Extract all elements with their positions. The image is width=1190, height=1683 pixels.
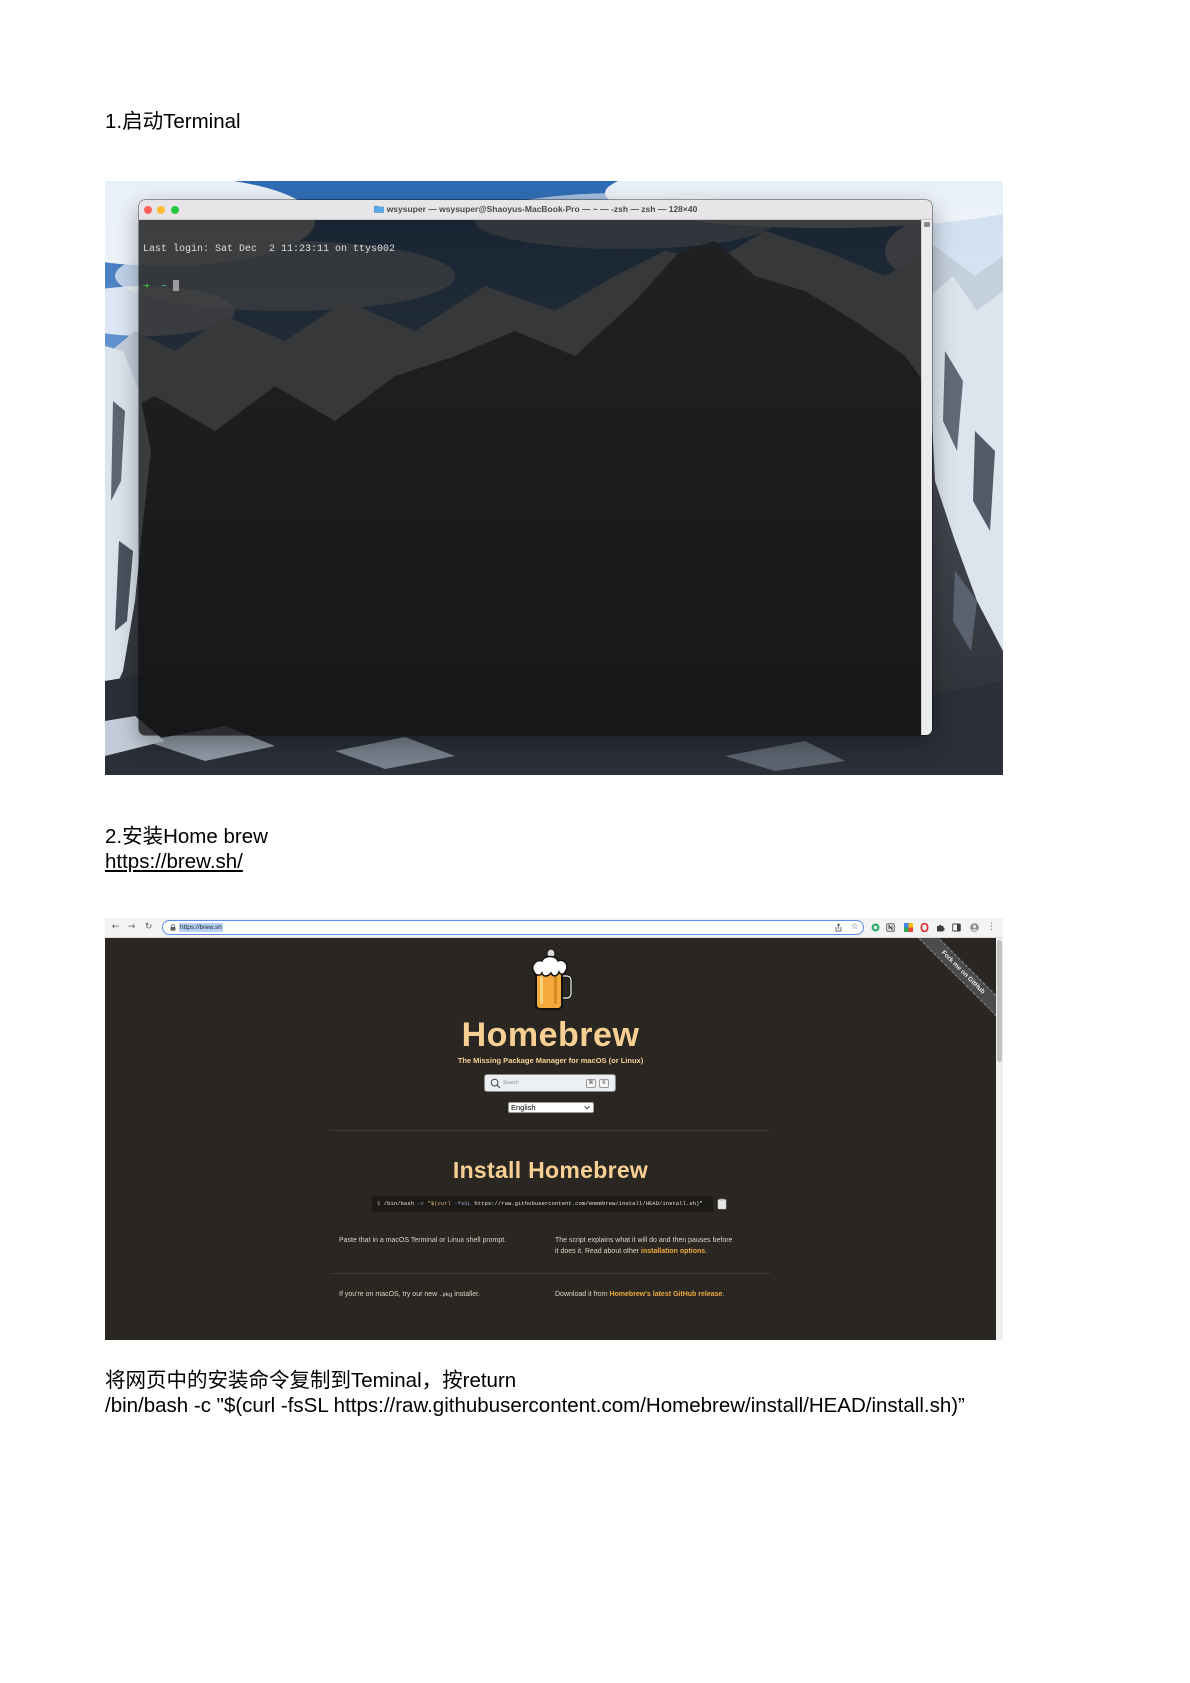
step2-section: 2.安装Home brew https://brew.sh/ (105, 824, 268, 874)
prompt-arrow: ➜ (143, 281, 150, 292)
lock-icon[interactable] (170, 924, 176, 931)
terminal-window[interactable]: wsysuper — wsysuper@Shaoyus-MacBook-Pro … (139, 200, 932, 735)
script-line-1: The script explains what it will do and … (555, 1237, 733, 1244)
address-bar-url[interactable]: https://brew.sh (179, 923, 223, 932)
side-panel-icon[interactable] (952, 923, 961, 932)
prompt-directory: ~ (161, 282, 168, 293)
page-scroll-thumb[interactable] (997, 940, 1002, 1062)
terminal-scrollbar[interactable] (921, 220, 932, 735)
site-title: Homebrew (461, 1016, 640, 1054)
site-tagline: The Missing Package Manager for macOS (o… (457, 1056, 644, 1065)
section-divider (330, 1130, 770, 1131)
terminal-cursor (173, 280, 180, 291)
homebrew-browser-screenshot: ← → ↻ https://brew.sh ☆ ⋮ Homebrew The M… (105, 918, 1003, 1340)
folder-icon (373, 205, 384, 213)
logo-foam (531, 955, 568, 977)
terminal-output[interactable]: Last login: Sat Dec 2 11:23:11 on ttys00… (143, 220, 920, 316)
extension-colorful-icon[interactable] (904, 923, 913, 932)
extension-notes-icon[interactable] (886, 923, 895, 932)
pkg-suffix: installer. (452, 1291, 480, 1298)
step3-section: 将网页中的安装命令复制到Teminal，按return /bin/bash -c… (105, 1368, 965, 1418)
installation-options-link[interactable]: installation options (641, 1248, 705, 1255)
back-arrow-icon[interactable]: ← (110, 921, 121, 934)
pkg-prefix: If you're on macOS, try our new (339, 1291, 440, 1298)
brew-website-link[interactable]: https://brew.sh/ (105, 849, 268, 874)
browser-toolbar: ← → ↻ https://brew.sh ☆ ⋮ (105, 918, 1003, 938)
terminal-screenshot: wsysuper — wsysuper@Shaoyus-MacBook-Pro … (105, 181, 1003, 775)
copy-icon[interactable] (716, 1198, 728, 1210)
download-line: Download it from Homebrew's latest GitHu… (555, 1289, 724, 1300)
script-line-2: it does it. Read about other installatio… (555, 1246, 732, 1257)
pkg-installer-note: If you're on macOS, try our new .pkg ins… (339, 1289, 480, 1300)
section-divider-2 (330, 1273, 770, 1274)
extension-green-icon[interactable] (871, 923, 880, 932)
paste-text: Paste that in a macOS Terminal or Linux … (339, 1237, 507, 1244)
forward-arrow-icon[interactable]: → (126, 921, 137, 934)
script-explanation: The script explains what it will do and … (555, 1235, 732, 1257)
step3-command: /bin/bash -c "$(curl -fsSL https://raw.g… (105, 1394, 965, 1417)
search-shortcut-cmd-key: ⌘ (586, 1078, 596, 1088)
terminal-titlebar[interactable]: wsysuper — wsysuper@Shaoyus-MacBook-Pro … (139, 200, 932, 220)
code-curl: "$(curl (427, 1200, 451, 1207)
download-release-note: Download it from Homebrew's latest GitHu… (555, 1289, 724, 1300)
terminal-scroll-thumb[interactable] (924, 222, 930, 227)
install-heading: Install Homebrew (452, 1157, 649, 1183)
pkg-installer-line: If you're on macOS, try our new .pkg ins… (339, 1289, 480, 1300)
brew-page-content: Homebrew The Missing Package Manager for… (105, 938, 996, 1340)
search-icon (490, 1078, 501, 1089)
code-flag-fssl: -fsSL (454, 1200, 472, 1207)
pkg-code: .pkg (439, 1291, 453, 1298)
extension-red-o-icon[interactable] (920, 923, 929, 932)
terminal-title-text: wsysuper — wsysuper@Shaoyus-MacBook-Pro … (386, 204, 698, 214)
download-prefix: Download it from (555, 1291, 610, 1298)
more-menu-icon[interactable]: ⋮ (986, 921, 997, 934)
minimize-light-icon[interactable] (157, 206, 165, 214)
chevron-down-icon (584, 1105, 590, 1110)
last-login-line: Last login: Sat Dec 2 11:23:11 on ttys00… (143, 244, 396, 255)
address-bar[interactable]: https://brew.sh ☆ (162, 920, 864, 935)
page-scrollbar[interactable] (996, 938, 1003, 1340)
search-input[interactable]: Search ⌘ K (484, 1074, 616, 1092)
step1-heading: 1.启动Terminal (105, 110, 241, 133)
script-line-2-text: it does it. Read about other (555, 1248, 641, 1255)
extensions-puzzle-icon[interactable] (936, 923, 945, 932)
language-select-value: English (511, 1103, 536, 1112)
profile-avatar-icon[interactable] (970, 923, 979, 932)
bookmark-star-icon[interactable]: ☆ (849, 921, 860, 934)
code-bash: /bin/bash (383, 1200, 414, 1207)
step1-section: 1.启动Terminal (105, 109, 241, 134)
step2-heading: 2.安装Home brew (105, 825, 268, 848)
share-icon[interactable] (834, 923, 843, 932)
homebrew-logo-icon[interactable] (529, 948, 573, 1012)
code-url: https://raw.githubusercontent.com/Homebr… (474, 1200, 703, 1207)
reload-icon[interactable]: ↻ (143, 921, 154, 934)
code-prompt: $ (377, 1200, 381, 1207)
download-suffix: . (722, 1291, 725, 1298)
script-suffix: . (705, 1248, 708, 1255)
install-command-code[interactable]: $ /bin/bash -c "$(curl -fsSL https://raw… (372, 1196, 713, 1212)
language-select[interactable]: English (508, 1102, 594, 1113)
search-placeholder: Search (503, 1080, 519, 1086)
paste-instructions: Paste that in a macOS Terminal or Linux … (339, 1235, 506, 1246)
terminal-title: wsysuper — wsysuper@Shaoyus-MacBook-Pro … (373, 200, 698, 219)
code-flag-c: -c (417, 1200, 425, 1207)
zoom-light-icon[interactable] (171, 206, 179, 214)
step3-instruction: 将网页中的安装命令复制到Teminal，按return (105, 1369, 517, 1392)
search-shortcut-k-key: K (599, 1078, 609, 1088)
github-release-link[interactable]: Homebrew's latest GitHub release (609, 1291, 722, 1298)
close-light-icon[interactable] (144, 206, 152, 214)
prompt-line: ➜ ~ (143, 280, 920, 293)
